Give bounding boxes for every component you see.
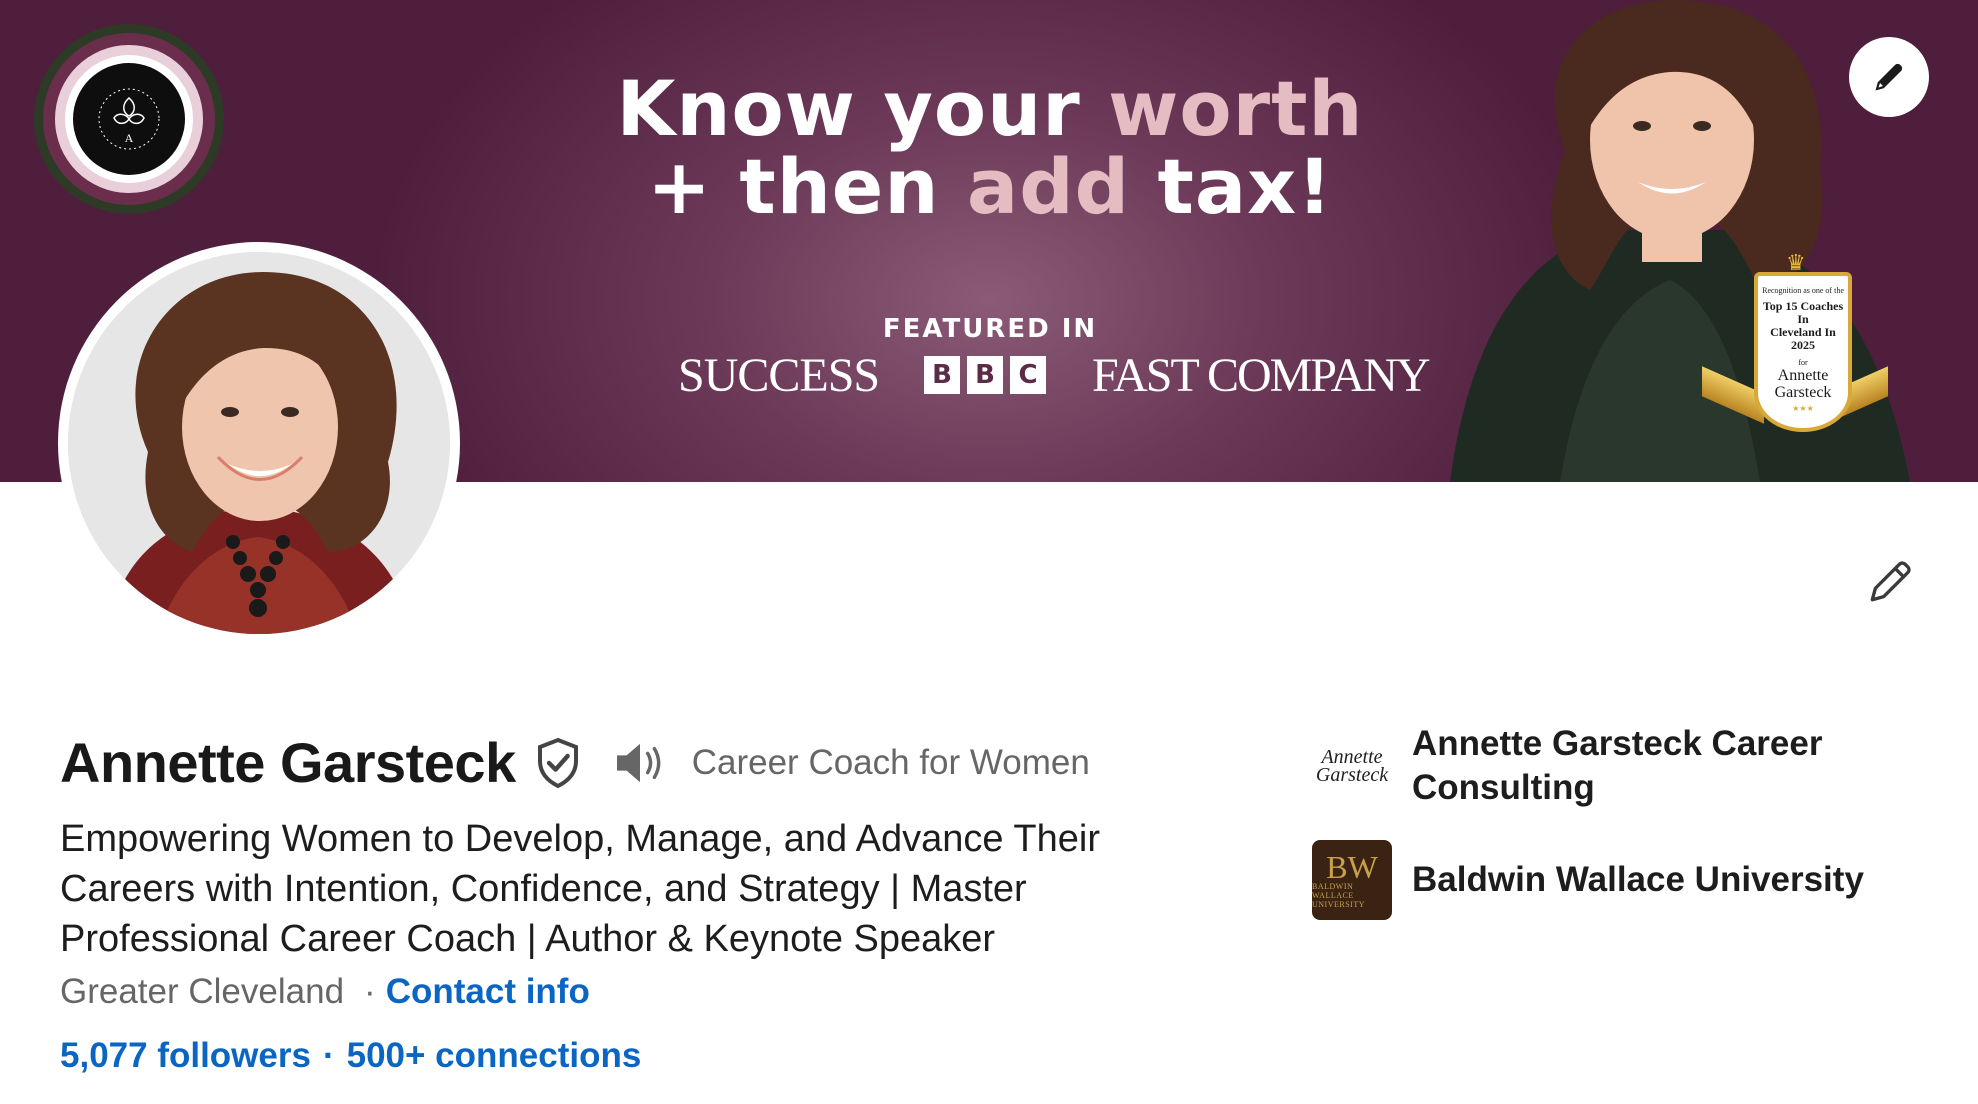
separator-dot: ·: [364, 972, 376, 1011]
contact-info-link[interactable]: Contact info: [386, 972, 590, 1012]
bbc-logo: B B C: [924, 356, 1046, 394]
education[interactable]: BW BALDWIN WALLACE UNIVERSITY Baldwin Wa…: [1312, 840, 1872, 920]
headline-line1-pink: worth: [1108, 64, 1364, 153]
badge-title: Top 15 Coaches In: [1762, 299, 1844, 326]
banner-brand-logo: A: [34, 24, 224, 214]
recognition-badge: ♛ Recognition as one of the Top 15 Coach…: [1702, 250, 1888, 450]
pronouns-tagline: Career Coach for Women: [691, 742, 1090, 782]
location-row: Greater Cleveland · Contact info: [60, 972, 590, 1012]
profile-headline: Empowering Women to Develop, Manage, and…: [60, 818, 1100, 960]
current-company[interactable]: Annette Garsteck Annette Garsteck Career…: [1312, 722, 1872, 810]
connections-link[interactable]: 500+ connections: [347, 1036, 642, 1076]
fast-company-logo: FAST COMPANY: [1092, 349, 1431, 402]
profile-photo[interactable]: [58, 242, 460, 644]
badge-text: for: [1798, 358, 1808, 367]
pencil-icon: [1875, 63, 1903, 91]
school-logo-subtext: BALDWIN WALLACE UNIVERSITY: [1312, 881, 1365, 909]
badge-title: Cleveland In 2025: [1770, 325, 1836, 352]
profile-name: Annette Garsteck: [60, 731, 516, 794]
bbc-letter: C: [1010, 356, 1046, 394]
badge-text: Recognition as one of the: [1762, 286, 1844, 295]
knot-icon: A: [98, 88, 160, 150]
shield-check-icon[interactable]: [534, 737, 582, 789]
headline-line2-white-b: tax!: [1157, 142, 1333, 231]
speaker-icon[interactable]: [612, 740, 668, 786]
success-logo: SUCCESS: [678, 349, 880, 402]
badge-name: Annette: [1777, 367, 1829, 384]
headline-line2-white-a: + then: [647, 142, 940, 231]
school-logo: BW BALDWIN WALLACE UNIVERSITY: [1312, 840, 1392, 920]
badge-name: Garsteck: [1774, 384, 1832, 401]
school-name: Baldwin Wallace University: [1412, 860, 1864, 899]
pencil-icon: [1870, 561, 1911, 602]
bbc-letter: B: [924, 356, 960, 394]
banner-headline: Know your worth + then add tax!: [560, 70, 1420, 226]
followers-link[interactable]: 5,077 followers: [60, 1036, 311, 1076]
name-row: Annette Garsteck Career Coach for Women: [60, 730, 1090, 795]
school-logo-text: BW: [1326, 848, 1378, 885]
location: Greater Cleveland: [60, 972, 345, 1011]
edit-intro-button[interactable]: [1862, 554, 1918, 610]
edit-cover-button[interactable]: [1849, 37, 1929, 117]
star-icon: ★★★: [1792, 404, 1814, 413]
headline-line1-white: Know your: [616, 64, 1081, 153]
stats-row: 5,077 followers · 500+ connections: [60, 1036, 641, 1076]
bbc-letter: B: [967, 356, 1003, 394]
featured-in-label: FEATURED IN: [882, 314, 1098, 344]
separator-dot: ·: [322, 1036, 335, 1075]
svg-text:A: A: [125, 131, 134, 145]
company-logo-text: Annette Garsteck: [1315, 746, 1389, 786]
headline-line2-pink: add: [966, 142, 1131, 231]
company-name: Annette Garsteck Career Consulting: [1412, 724, 1823, 807]
profile-portrait: [68, 252, 450, 634]
company-logo: Annette Garsteck: [1312, 726, 1392, 806]
